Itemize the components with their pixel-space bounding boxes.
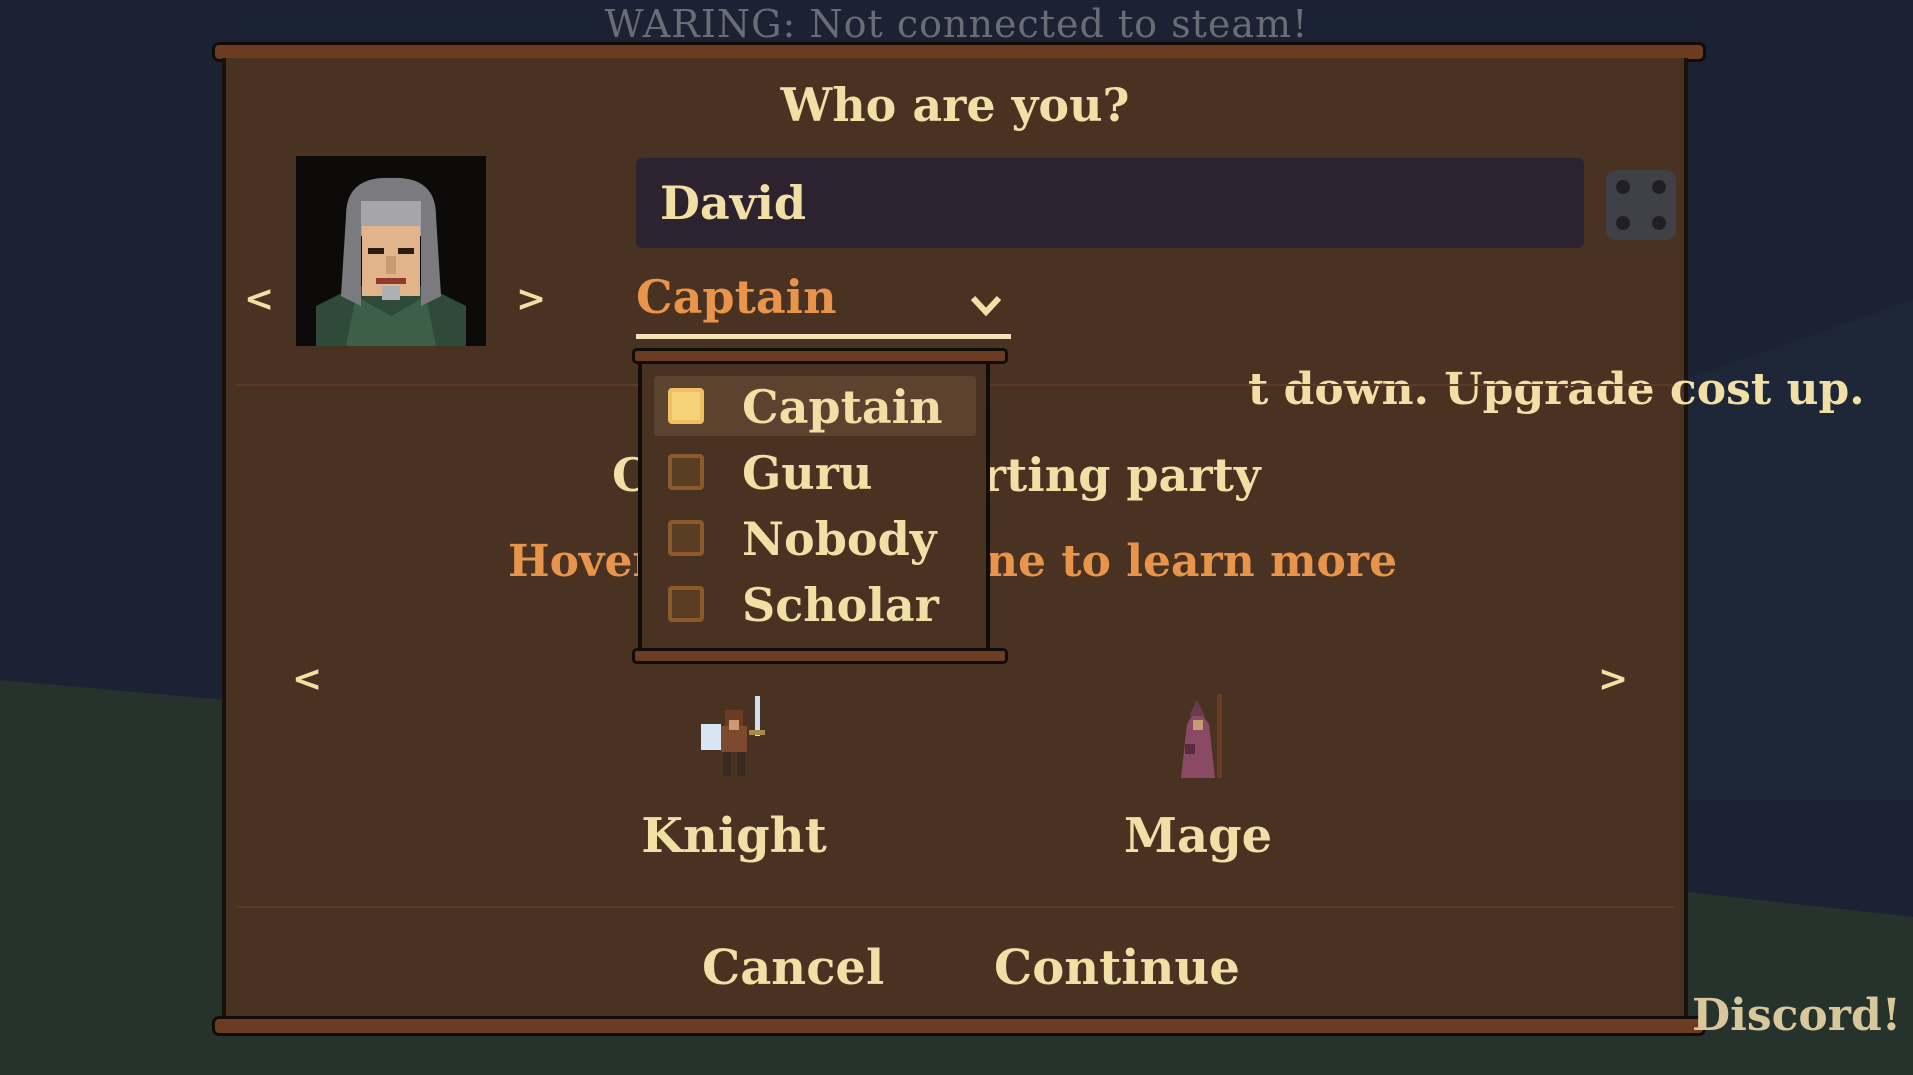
dialog-title: Who are you? — [780, 78, 1130, 132]
choose-party-end: arting party — [952, 448, 1261, 502]
dropdown-rod-bottom — [632, 648, 1008, 664]
option-label: Captain — [742, 380, 943, 434]
option-label: Scholar — [742, 578, 939, 632]
portrait — [296, 156, 486, 346]
randomize-dice-button[interactable] — [1606, 170, 1676, 240]
unit-mage[interactable]: Mage — [1068, 694, 1328, 864]
option-label: Guru — [742, 446, 873, 500]
captain-portrait-icon — [296, 156, 486, 346]
mage-sprite-icon — [1181, 694, 1222, 778]
dropdown-option-scholar[interactable]: Scholar — [654, 574, 976, 634]
party-prev-arrow[interactable]: < — [292, 658, 322, 700]
unit-label: Mage — [1123, 808, 1273, 864]
divider — [236, 906, 1674, 908]
cancel-button[interactable]: Cancel — [702, 940, 884, 996]
hover-hint: Hover ne to learn more — [508, 536, 1397, 587]
role-dropdown-menu: Captain Guru Nobody Scholar — [638, 348, 990, 650]
option-checkbox — [668, 454, 704, 490]
hover-hint-start: Hover — [508, 536, 656, 587]
party-next-arrow[interactable]: > — [1598, 658, 1628, 700]
dropdown-rod-top — [632, 348, 1008, 364]
scroll-rod-bottom — [212, 1016, 1706, 1036]
chevron-down-icon — [970, 295, 1002, 317]
dropdown-option-captain[interactable]: Captain — [654, 376, 976, 436]
steam-warning-text: WARING: Not connected to steam! — [604, 4, 1309, 44]
role-description-end: t down. Upgrade cost up. — [1248, 364, 1865, 415]
option-checkbox — [668, 388, 704, 424]
portrait-prev-arrow[interactable]: < — [244, 278, 274, 320]
unit-label: Knight — [641, 808, 827, 864]
option-label: Nobody — [742, 512, 937, 566]
hover-hint-end: ne to learn more — [986, 536, 1398, 587]
option-checkbox — [668, 586, 704, 622]
dropdown-option-guru[interactable]: Guru — [654, 442, 976, 502]
knight-sprite-icon — [701, 696, 765, 776]
role-select-value: Captain — [636, 270, 837, 324]
option-checkbox — [668, 520, 704, 556]
discord-link[interactable]: Discord! — [1692, 990, 1901, 1041]
continue-button[interactable]: Continue — [994, 940, 1240, 996]
unit-knight[interactable]: Knight — [604, 694, 864, 864]
role-select[interactable]: Captain — [636, 270, 1011, 339]
portrait-next-arrow[interactable]: > — [516, 278, 546, 320]
name-input[interactable]: David — [636, 158, 1584, 248]
dropdown-option-nobody[interactable]: Nobody — [654, 508, 976, 568]
